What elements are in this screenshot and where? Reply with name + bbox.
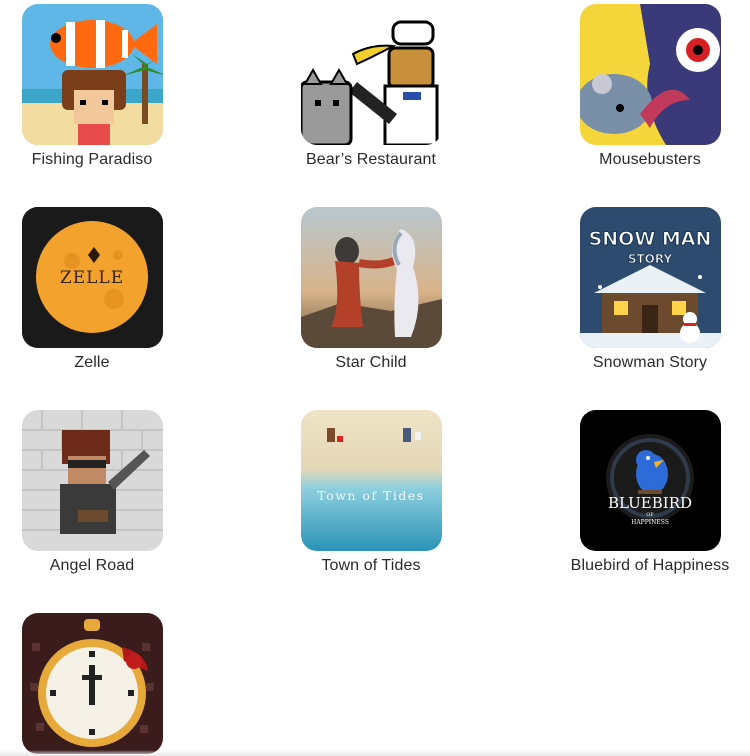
- app-title: Angel Road: [49, 557, 135, 574]
- app-grid: Fishing Paradiso Bear’s Restaurant Mouse…: [0, 0, 750, 756]
- app-title: Fishing Paradiso: [31, 151, 153, 168]
- app-title: Mousebusters: [599, 151, 701, 168]
- town-of-tides-logo-text: Town of Tides: [317, 488, 424, 503]
- town-of-tides-icon[interactable]: Town of Tides: [300, 410, 442, 551]
- app-title: Town of Tides: [321, 557, 421, 574]
- app-tile-zelle[interactable]: ZELLE Zelle: [0, 207, 187, 373]
- zelle-icon[interactable]: ZELLE: [21, 207, 163, 348]
- app-title: Bear’s Restaurant: [305, 151, 437, 168]
- app-tile-angel-road[interactable]: Angel Road: [0, 410, 187, 576]
- snowman-logo-text: SNOW MAN: [588, 228, 711, 250]
- app-title: Star Child: [335, 354, 407, 371]
- zelle-logo-text: ZELLE: [59, 268, 123, 288]
- app-tile-bears-restaurant[interactable]: Bear’s Restaurant: [276, 4, 466, 170]
- app-tile-star-child[interactable]: Star Child: [276, 207, 466, 373]
- app-tile-town-of-tides[interactable]: Town of Tides Town of Tides: [276, 410, 466, 576]
- bluebird-logo-text: BLUEBIRD: [607, 494, 691, 512]
- bluebird-logo-of: OF: [646, 512, 654, 518]
- star-child-icon[interactable]: [300, 207, 442, 348]
- app-tile-mousebusters[interactable]: Mousebusters: [555, 4, 745, 170]
- snowman-logo-subtext: STORY: [627, 252, 672, 266]
- bluebird-of-happiness-icon[interactable]: BLUEBIRD OF HAPPINESS: [579, 410, 721, 551]
- app-title: Snowman Story: [592, 354, 708, 371]
- pocket-watch-icon[interactable]: [21, 613, 163, 754]
- bluebird-logo-subtext: HAPPINESS: [631, 519, 669, 526]
- scroll-shadow: [0, 750, 750, 756]
- app-tile-fishing-paradiso[interactable]: Fishing Paradiso: [0, 4, 187, 170]
- app-tile-pocket-watch[interactable]: [0, 613, 187, 754]
- app-tile-bluebird-of-happiness[interactable]: BLUEBIRD OF HAPPINESS Bluebird of Happin…: [555, 410, 745, 576]
- app-tile-snowman-story[interactable]: SNOW MAN STORY Snowman Story: [555, 207, 745, 373]
- angel-road-icon[interactable]: [21, 410, 163, 551]
- bears-restaurant-icon[interactable]: [300, 4, 442, 145]
- snowman-story-icon[interactable]: SNOW MAN STORY: [579, 207, 721, 348]
- fishing-paradiso-icon[interactable]: [21, 4, 163, 145]
- mousebusters-icon[interactable]: [579, 4, 721, 145]
- app-title: Zelle: [74, 354, 110, 371]
- app-title: Bluebird of Happiness: [570, 557, 730, 574]
